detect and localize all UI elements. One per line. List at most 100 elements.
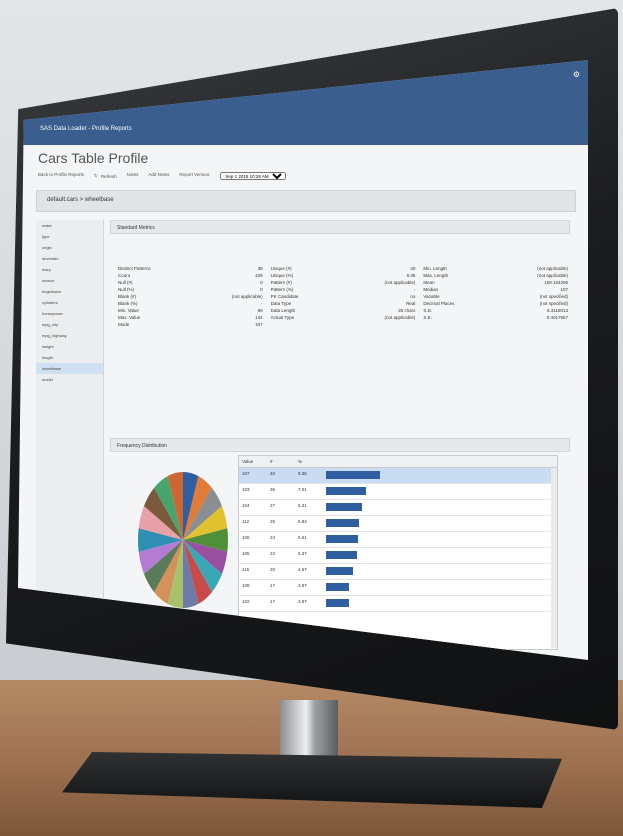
stat-row: Data Type Real <box>271 300 416 307</box>
section-header-stats[interactable]: Standard Metrics <box>110 220 570 234</box>
stat-row: Min. Value 89 <box>118 307 263 314</box>
table-row[interactable]: 112 25 5.84 <box>239 516 557 532</box>
stat-value: no <box>410 294 416 299</box>
sidebar-item[interactable]: horsepower <box>36 308 103 319</box>
sidebar-item[interactable]: invoice <box>36 275 103 286</box>
sidebar-item[interactable]: drivetrain <box>36 253 103 264</box>
table-row[interactable]: 104 27 6.31 <box>239 500 557 516</box>
back-link[interactable]: Back to Profile Reports <box>38 172 84 180</box>
sidebar-item[interactable]: model <box>36 374 103 385</box>
section-header-frequency[interactable]: Frequency Distribution <box>110 438 570 452</box>
sidebar-item[interactable]: mpg_highway <box>36 330 103 341</box>
stat-label: Distinct Patterns <box>118 266 151 271</box>
table-path: default.cars > wheelbase <box>47 197 114 203</box>
cell-percent: 5.84 <box>298 519 307 524</box>
cell-value: 107 <box>242 471 250 476</box>
cell-value: 103 <box>242 487 250 492</box>
stat-row: Mode 107 <box>118 321 263 328</box>
stat-label: Median <box>423 287 439 292</box>
sidebar-item[interactable]: make <box>36 220 103 231</box>
stat-row: Null (%) 0 <box>118 286 263 293</box>
frequency-table: Value # % 107 40 9.35 103 36 7.01 104 27 6.31 112… <box>238 455 558 650</box>
sidebar-item[interactable]: wheelbase <box>36 363 103 374</box>
stat-row: Null (#) 0 <box>118 279 263 286</box>
table-row[interactable]: 106 24 5.61 <box>239 532 557 548</box>
header-value[interactable]: Value <box>239 456 267 467</box>
add-notes-button[interactable]: Add Notes <box>148 172 169 180</box>
stat-row: Pattern (#) (not applicable) <box>271 279 416 286</box>
stat-value: 108.154206 <box>544 280 568 285</box>
cell-value: 115 <box>242 567 250 572</box>
stat-row: Max. Length (not applicable) <box>423 272 568 279</box>
sidebar-item[interactable]: cylinders <box>36 297 103 308</box>
table-row[interactable]: 102 17 3.97 <box>239 596 557 612</box>
stat-label: Variable <box>423 294 440 299</box>
stat-value: (not applicable) <box>384 315 416 320</box>
stat-value: 38 <box>257 266 263 271</box>
stat-value: (not applicable) <box>384 280 416 285</box>
stat-row: Decimal Places (not specified) <box>423 300 568 307</box>
stat-label: Data Length <box>270 308 296 313</box>
cell-percent: 5.37 <box>298 551 307 556</box>
report-version-select[interactable]: Sep 1 2015 10:28 AM <box>220 172 287 180</box>
header-count[interactable]: # <box>267 456 295 467</box>
stat-row: Variable (not specified) <box>423 293 568 300</box>
sidebar-item[interactable]: weight <box>36 341 103 352</box>
cell-bar <box>323 500 557 515</box>
cell-count: 40 <box>270 471 276 476</box>
stat-label: Blank (#) <box>118 294 137 299</box>
stat-value: 0.4017567 <box>546 315 568 320</box>
stat-label: Min. Value <box>118 308 139 313</box>
frequency-bar <box>326 487 366 495</box>
sidebar-item[interactable]: enginesize <box>36 286 103 297</box>
sidebar-item[interactable]: mpg_city <box>36 319 103 330</box>
cell-percent: 3.97 <box>298 583 307 588</box>
cell-count: 17 <box>270 599 276 604</box>
sidebar-item[interactable]: origin <box>36 242 103 253</box>
stat-row: Data Length 35 chars <box>271 307 416 314</box>
cell-value: 112 <box>242 519 250 524</box>
refresh-button[interactable]: ↻ Refresh <box>94 172 117 180</box>
sidebar-item[interactable]: type <box>36 231 103 242</box>
cell-bar <box>323 532 557 547</box>
stat-row: Actual Type (not applicable) <box>271 314 416 321</box>
header-percent[interactable]: % <box>295 456 323 467</box>
sidebar-item[interactable]: msrp <box>36 264 103 275</box>
stat-value: 40 <box>410 266 416 271</box>
stat-label: Mode <box>118 322 130 327</box>
vertical-scrollbar[interactable] <box>551 468 557 648</box>
stat-value: 107 <box>560 287 568 292</box>
cell-bar <box>323 468 557 483</box>
stat-row: Min. Length (not applicable) <box>423 265 568 272</box>
stat-row: Unique (#) 40 <box>271 265 416 272</box>
cell-bar <box>323 484 557 499</box>
frequency-table-header: Value # % <box>239 456 557 468</box>
stat-label: S.E. <box>423 315 432 320</box>
stat-label: Count <box>118 273 131 278</box>
cell-count: 27 <box>270 503 276 508</box>
stats-column: Distinct Patterns 38 Count 428 Null (#) 0 Null… <box>118 265 263 328</box>
page-title: Cars Table Profile <box>38 150 149 166</box>
cell-bar <box>323 548 557 563</box>
stat-label: Actual Type <box>270 315 295 320</box>
table-row[interactable]: 108 17 3.97 <box>239 580 557 596</box>
cell-percent: 4.67 <box>298 567 307 572</box>
frequency-section-title: Frequency Distribution <box>117 443 168 449</box>
notes-button[interactable]: Notes <box>127 172 139 180</box>
stat-label: Max. Value <box>118 315 141 320</box>
stat-label: Pattern (%) <box>270 287 294 292</box>
cell-count: 20 <box>270 567 276 572</box>
table-row[interactable]: 107 40 9.35 <box>239 468 557 484</box>
table-row[interactable]: 115 20 4.67 <box>239 564 557 580</box>
cell-count: 23 <box>270 551 276 556</box>
cell-count: 36 <box>270 487 276 492</box>
stat-value: 428 <box>255 273 263 278</box>
sidebar-item[interactable]: length <box>36 352 103 363</box>
table-row[interactable]: 105 23 5.37 <box>239 548 557 564</box>
refresh-label: Refresh <box>100 173 117 179</box>
frequency-bar <box>326 551 357 559</box>
stat-label: Data Type <box>270 301 292 306</box>
stat-value: 8.3118013 <box>547 308 568 313</box>
table-row[interactable]: 103 36 7.01 <box>239 484 557 500</box>
settings-icon[interactable]: ⚙ <box>573 70 580 79</box>
